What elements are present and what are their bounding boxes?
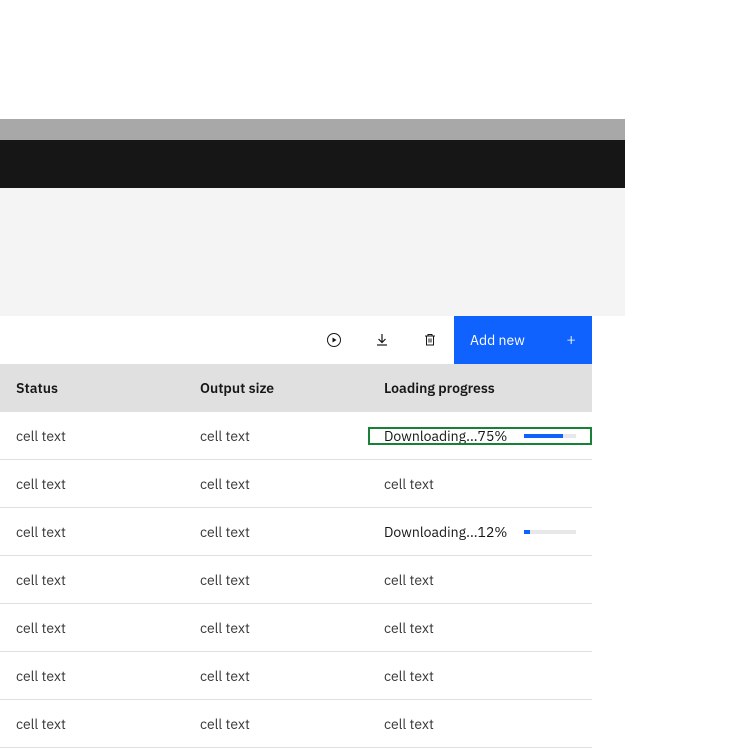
plus-icon: + bbox=[566, 332, 576, 348]
cell-text: cell text bbox=[384, 715, 434, 733]
progress-label: Downloading...12% bbox=[384, 523, 507, 541]
table-header: Status Output size Loading progress bbox=[0, 364, 592, 412]
table-row[interactable]: cell textcell textcell text bbox=[0, 652, 592, 700]
table-row[interactable]: cell textcell text Downloading...12% bbox=[0, 508, 592, 556]
cell-status: cell text bbox=[0, 667, 184, 685]
col-header-loading-progress: Loading progress bbox=[368, 379, 592, 397]
play-circle-icon bbox=[326, 332, 342, 348]
cell-status: cell text bbox=[0, 571, 184, 589]
table-row[interactable]: cell textcell textcell text bbox=[0, 556, 592, 604]
data-table: Status Output size Loading progress cell… bbox=[0, 364, 592, 748]
cell-status: cell text bbox=[0, 523, 184, 541]
table-row[interactable]: cell textcell textcell text bbox=[0, 460, 592, 508]
cell-output-size: cell text bbox=[184, 619, 368, 637]
cell-text: cell text bbox=[384, 475, 434, 493]
download-button[interactable] bbox=[358, 316, 406, 364]
add-new-label: Add new bbox=[470, 331, 525, 349]
table-row[interactable]: cell textcell textcell text bbox=[0, 700, 592, 748]
cell-output-size: cell text bbox=[184, 715, 368, 733]
cell-loading-progress: cell text bbox=[368, 715, 592, 733]
cell-loading-progress: cell text bbox=[368, 619, 592, 637]
cell-output-size: cell text bbox=[184, 427, 368, 445]
progress-bar-fill bbox=[524, 434, 563, 438]
progress-indicator: Downloading...75% bbox=[384, 427, 576, 445]
add-new-button[interactable]: Add new + bbox=[454, 316, 592, 364]
cell-output-size: cell text bbox=[184, 667, 368, 685]
table-body: cell textcell textDownloading...75%cell … bbox=[0, 412, 592, 748]
cell-text: cell text bbox=[384, 619, 434, 637]
progress-label: Downloading...75% bbox=[384, 427, 507, 445]
table-row[interactable]: cell textcell textcell text bbox=[0, 604, 592, 652]
progress-bar-fill bbox=[524, 530, 530, 534]
col-header-status: Status bbox=[0, 379, 184, 397]
table-toolbar: Add new + bbox=[0, 316, 592, 364]
cell-status: cell text bbox=[0, 619, 184, 637]
cell-status: cell text bbox=[0, 715, 184, 733]
table-row[interactable]: cell textcell text Downloading...75% bbox=[0, 412, 592, 460]
light-gray-strip bbox=[0, 188, 625, 316]
download-icon bbox=[374, 332, 390, 348]
cell-output-size: cell text bbox=[184, 523, 368, 541]
play-button[interactable] bbox=[310, 316, 358, 364]
cell-loading-progress: Downloading...75% bbox=[368, 427, 592, 445]
trash-icon bbox=[422, 332, 438, 348]
cell-status: cell text bbox=[0, 475, 184, 493]
cell-loading-progress: cell text bbox=[368, 667, 592, 685]
cell-text: cell text bbox=[384, 667, 434, 685]
progress-bar bbox=[524, 530, 576, 534]
progress-bar bbox=[524, 434, 576, 438]
cell-output-size: cell text bbox=[184, 475, 368, 493]
gray-strip bbox=[0, 119, 625, 140]
col-header-output-size: Output size bbox=[184, 379, 368, 397]
cell-text: cell text bbox=[384, 571, 434, 589]
cell-loading-progress: Downloading...12% bbox=[368, 523, 592, 541]
delete-button[interactable] bbox=[406, 316, 454, 364]
progress-indicator: Downloading...12% bbox=[384, 523, 576, 541]
black-header-strip bbox=[0, 140, 625, 188]
cell-status: cell text bbox=[0, 427, 184, 445]
cell-output-size: cell text bbox=[184, 571, 368, 589]
cell-loading-progress: cell text bbox=[368, 475, 592, 493]
top-whitespace bbox=[0, 0, 736, 119]
cell-loading-progress: cell text bbox=[368, 571, 592, 589]
